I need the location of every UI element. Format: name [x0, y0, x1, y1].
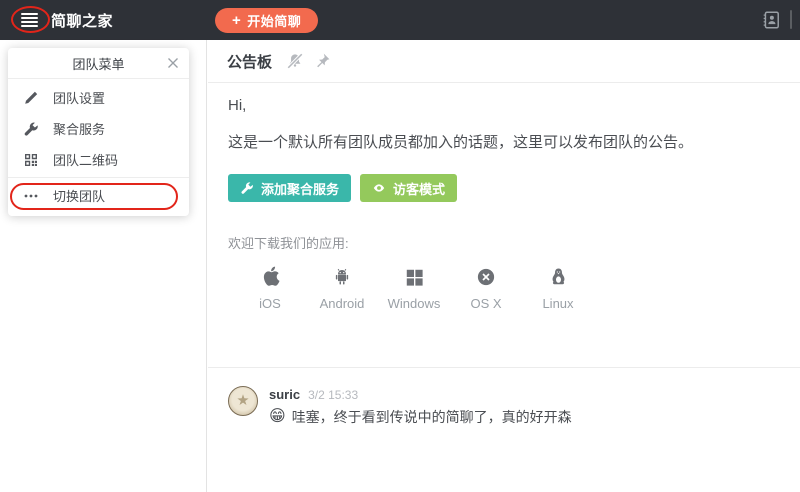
eye-icon	[372, 181, 386, 195]
platform-ios[interactable]: iOS	[234, 265, 306, 311]
menu-item-switch-team[interactable]: 切换团队	[8, 180, 189, 211]
start-chat-label: 开始简聊	[247, 11, 301, 30]
hamburger-icon	[21, 13, 38, 15]
menu-item-team-settings[interactable]: 团队设置	[8, 82, 189, 113]
platform-list: iOS	[234, 265, 780, 311]
guest-mode-label: 访客模式	[393, 179, 445, 198]
message-author: suric	[269, 387, 300, 402]
contacts-button[interactable]	[761, 10, 781, 30]
avatar[interactable]	[228, 386, 258, 416]
top-bar: 简聊之家 + 开始简聊	[0, 0, 800, 40]
pushpin-icon	[313, 52, 331, 70]
android-icon	[332, 266, 352, 287]
main-content: 公告板 Hi, 这是一个默认所有团队成员都加入的话题，这里可以发布团队的公告。	[208, 40, 800, 492]
team-menu-header: 团队菜单	[8, 48, 189, 78]
address-book-icon	[761, 10, 781, 30]
platform-label: Android	[320, 296, 365, 311]
platform-label: Linux	[542, 296, 573, 311]
osx-icon	[476, 267, 496, 287]
message-timestamp: 3/2 15:33	[308, 388, 358, 402]
menu-item-label: 聚合服务	[53, 119, 105, 138]
ellipsis-icon	[23, 188, 39, 204]
apple-icon	[261, 265, 280, 287]
team-menu-title: 团队菜单	[72, 54, 124, 73]
download-apps-label: 欢迎下载我们的应用:	[228, 233, 780, 252]
wrench-icon	[23, 121, 39, 137]
platform-android[interactable]: Android	[306, 265, 378, 311]
announcement-block: Hi, 这是一个默认所有团队成员都加入的话题，这里可以发布团队的公告。 添加聚合…	[208, 83, 800, 367]
menu-item-label: 团队设置	[53, 88, 105, 107]
plus-icon: +	[232, 13, 241, 28]
greeting-text: Hi,	[228, 97, 780, 114]
message-row: suric 3/2 15:33 😁 哇塞，终于看到传说中的简聊了，真的好开森	[208, 367, 800, 427]
platform-label: OS X	[470, 296, 501, 311]
hamburger-menu-button[interactable]	[21, 13, 38, 28]
app-title: 简聊之家	[51, 10, 113, 31]
linux-icon	[549, 266, 568, 287]
message-text: 哇塞，终于看到传说中的简聊了，真的好开森	[292, 407, 572, 427]
wrench-icon	[240, 181, 254, 195]
menu-item-integrations[interactable]: 聚合服务	[8, 113, 189, 144]
guest-mode-button[interactable]: 访客模式	[360, 174, 457, 202]
menu-item-label: 切换团队	[53, 186, 105, 205]
menu-separator	[8, 177, 189, 178]
qrcode-icon	[23, 152, 39, 168]
menu-item-team-qrcode[interactable]: 团队二维码	[8, 144, 189, 175]
platform-linux[interactable]: Linux	[522, 265, 594, 311]
platform-osx[interactable]: OS X	[450, 265, 522, 311]
close-button[interactable]	[166, 56, 180, 70]
add-integration-label: 添加聚合服务	[261, 179, 339, 198]
grinning-emoji: 😁	[269, 409, 286, 425]
topbar-divider	[790, 10, 792, 29]
topic-title: 公告板	[227, 51, 272, 72]
platform-windows[interactable]: Windows	[378, 265, 450, 311]
bell-slash-icon	[286, 52, 304, 70]
platform-label: iOS	[259, 296, 281, 311]
windows-icon	[405, 268, 424, 287]
pencil-icon	[23, 90, 39, 106]
add-integration-button[interactable]: 添加聚合服务	[228, 174, 351, 202]
notification-mute-button[interactable]	[286, 52, 304, 70]
platform-label: Windows	[388, 296, 441, 311]
topic-header: 公告板	[208, 40, 800, 83]
start-chat-button[interactable]: + 开始简聊	[215, 8, 318, 33]
team-menu-panel: 团队菜单 团队设置 聚合服务 团队二维码 切换团队	[8, 48, 189, 216]
sand-dollar-avatar-icon	[234, 392, 252, 410]
menu-item-label: 团队二维码	[53, 150, 118, 169]
pin-topic-button[interactable]	[313, 52, 331, 70]
announcement-body: 这是一个默认所有团队成员都加入的话题，这里可以发布团队的公告。	[228, 131, 780, 152]
close-icon	[166, 56, 180, 70]
menu-header-divider	[8, 78, 189, 79]
